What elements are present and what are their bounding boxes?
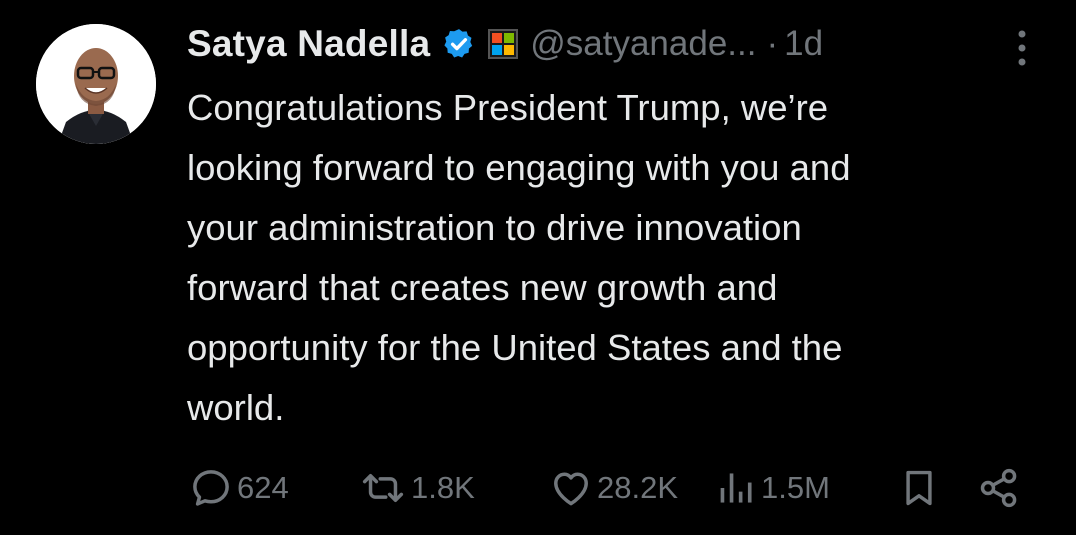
- bookmark-button[interactable]: [899, 462, 939, 514]
- verified-badge-icon[interactable]: [442, 27, 476, 61]
- author-name[interactable]: Satya Nadella: [187, 23, 430, 65]
- more-vertical-icon[interactable]: [1012, 28, 1032, 68]
- tweet-text: Congratulations President Trump, we’re l…: [187, 87, 851, 428]
- author-handle[interactable]: @satyanade...: [530, 24, 756, 64]
- bar-chart-icon: [717, 466, 757, 510]
- share-button[interactable]: [977, 462, 1021, 514]
- tweet-timestamp[interactable]: 1d: [784, 24, 823, 64]
- bookmark-icon: [899, 466, 939, 510]
- reply-button[interactable]: 624: [189, 462, 289, 514]
- action-bar: 624 1.8K 28.2K 1.5M: [187, 462, 1047, 514]
- tweet[interactable]: Satya Nadella @satyanade... · 1d Congrat…: [0, 0, 1076, 535]
- share-icon: [977, 466, 1021, 510]
- like-button[interactable]: 28.2K: [549, 462, 678, 514]
- heart-icon: [549, 466, 593, 510]
- microsoft-logo-icon[interactable]: [488, 29, 519, 59]
- repost-count: 1.8K: [411, 470, 475, 505]
- reply-count: 624: [237, 470, 289, 505]
- avatar[interactable]: [36, 24, 156, 144]
- views-button[interactable]: 1.5M: [717, 462, 830, 514]
- separator-dot: ·: [766, 24, 779, 63]
- like-count: 28.2K: [597, 470, 679, 505]
- tweet-header: Satya Nadella @satyanade... · 1d: [187, 16, 823, 72]
- repost-arrows-icon: [359, 466, 407, 510]
- speech-bubble-icon: [189, 466, 233, 510]
- repost-button[interactable]: 1.8K: [359, 462, 475, 514]
- views-count: 1.5M: [761, 470, 830, 505]
